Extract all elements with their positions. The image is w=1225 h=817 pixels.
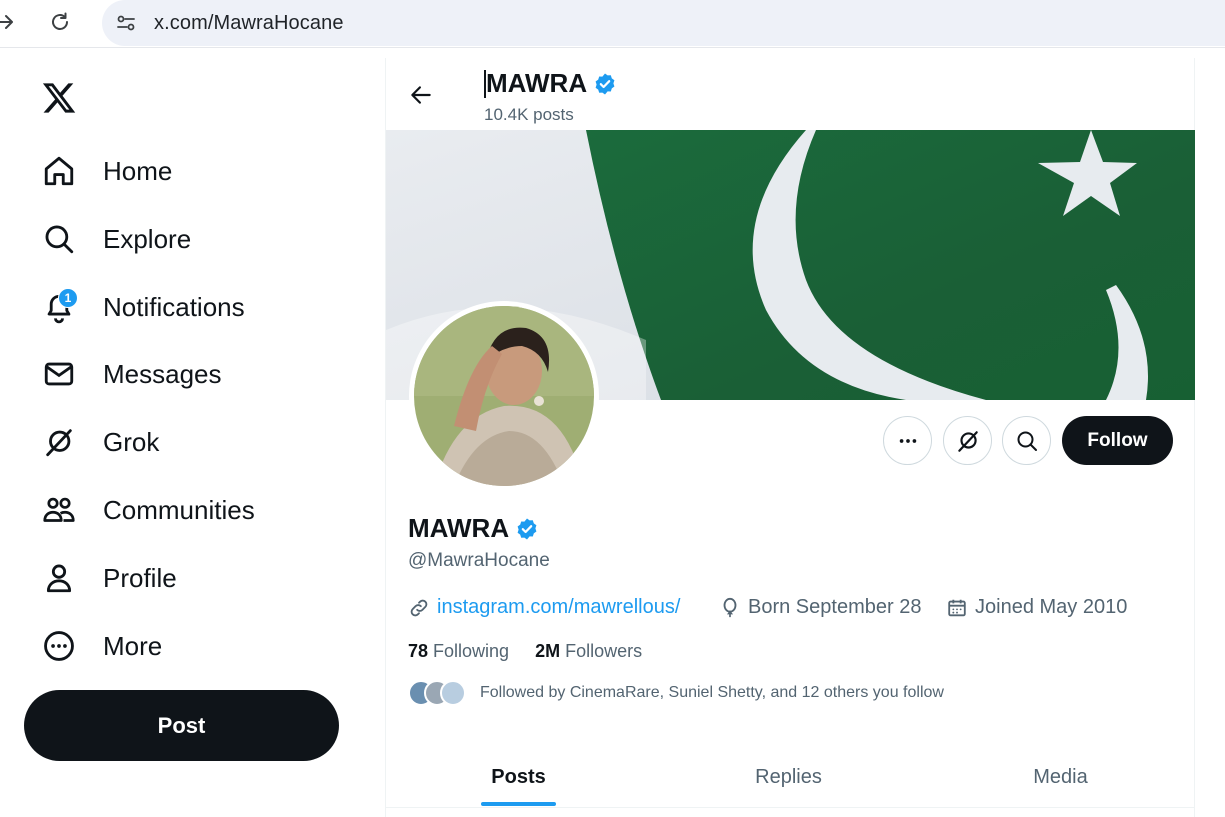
search-profile-button[interactable] [1002,416,1051,465]
envelope-icon [36,351,82,397]
sidebar-item-explore[interactable]: Explore [36,216,191,262]
grok-icon [957,430,978,452]
search-icon [1017,431,1037,451]
balloon-icon [719,597,741,619]
birthday-text: Born September 28 [748,596,922,618]
forward-arrow-icon[interactable] [0,10,18,34]
sidebar-item-label: Notifications [103,291,245,322]
tab-posts[interactable]: Posts [446,748,591,806]
followers-label: Followers [565,641,643,661]
followers-stat[interactable]: 2M Followers [535,641,642,662]
profile-display-name: MAWRA [408,513,510,543]
sidebar-item-home[interactable]: Home [36,148,172,194]
calendar-icon [946,597,968,619]
bell-icon: 1 [36,284,82,330]
verified-badge-icon [595,73,615,94]
header-post-count: 10.4K posts [484,105,574,124]
header-name: MAWRA [486,68,588,98]
sidebar-item-label: Messages [103,358,222,389]
sidebar-item-profile[interactable]: Profile [36,555,177,601]
tab-media[interactable]: Media [988,748,1133,806]
tab-replies[interactable]: Replies [716,748,861,806]
profile-column: MAWRA 10.4K posts Follow MAWRA @MawraHoc… [385,58,1195,817]
url-text[interactable]: x.com/MawraHocane [154,12,344,35]
sidebar-item-notifications[interactable]: 1 Notifications [36,284,245,330]
sidebar-item-more[interactable]: More [36,623,162,669]
notification-badge: 1 [58,288,78,308]
website-link[interactable]: instagram.com/mawrellous/ [437,596,680,619]
grok-icon [36,419,82,465]
site-settings-icon[interactable] [114,11,138,35]
header-title: MAWRA [484,68,617,99]
sidebar-item-grok[interactable]: Grok [36,419,159,465]
back-arrow-icon[interactable] [408,82,434,108]
link-icon [408,597,430,619]
followed-by-text: Followed by CinemaRare, Suniel Shetty, a… [480,684,944,701]
sidebar-item-label: Grok [103,426,160,457]
sidebar-item-messages[interactable]: Messages [36,351,222,397]
people-icon [36,487,82,533]
profile-joined: Joined May 2010 [946,596,1127,619]
avatar-photo [414,306,594,486]
profile-birthday: Born September 28 [719,596,921,619]
person-icon [36,555,82,601]
following-label: Following [433,641,510,661]
follow-button[interactable]: Follow [1062,416,1173,465]
following-stat[interactable]: 78 Following [408,641,509,662]
sidebar-item-communities[interactable]: Communities [36,487,255,533]
browser-toolbar: x.com/MawraHocane [0,0,1225,48]
grok-button[interactable] [943,416,992,465]
joined-text: Joined May 2010 [975,596,1128,618]
verified-badge-icon[interactable] [515,517,539,541]
reload-icon[interactable] [48,10,72,34]
home-icon [36,148,82,194]
profile-stats: 78 Following 2M Followers [408,641,668,662]
x-logo-icon[interactable] [40,80,78,116]
following-count: 78 [408,641,429,661]
sidebar-item-label: Communities [103,494,255,525]
profile-tabs: Posts Replies Media [386,748,1195,808]
followers-count: 2M [535,641,561,661]
sidebar-item-label: More [103,630,163,661]
more-options-button[interactable] [883,416,932,465]
profile-avatar[interactable] [409,301,599,491]
profile-handle: @MawraHocane [408,550,550,571]
sidebar-item-label: Explore [103,223,192,254]
followed-by[interactable]: Followed by CinemaRare, Suniel Shetty, a… [408,680,944,706]
more-dots-icon [899,438,916,443]
sidebar-item-label: Home [103,155,173,186]
address-bar[interactable]: x.com/MawraHocane [102,0,1225,46]
more-circle-icon [36,623,82,669]
post-button[interactable]: Post [24,690,339,761]
profile-website: instagram.com/mawrellous/ [408,596,680,619]
sidebar-item-label: Profile [103,562,177,593]
follower-avatar [440,680,466,706]
profile-name: MAWRA [408,513,539,544]
search-icon [36,216,82,262]
active-tab-indicator [481,802,556,806]
